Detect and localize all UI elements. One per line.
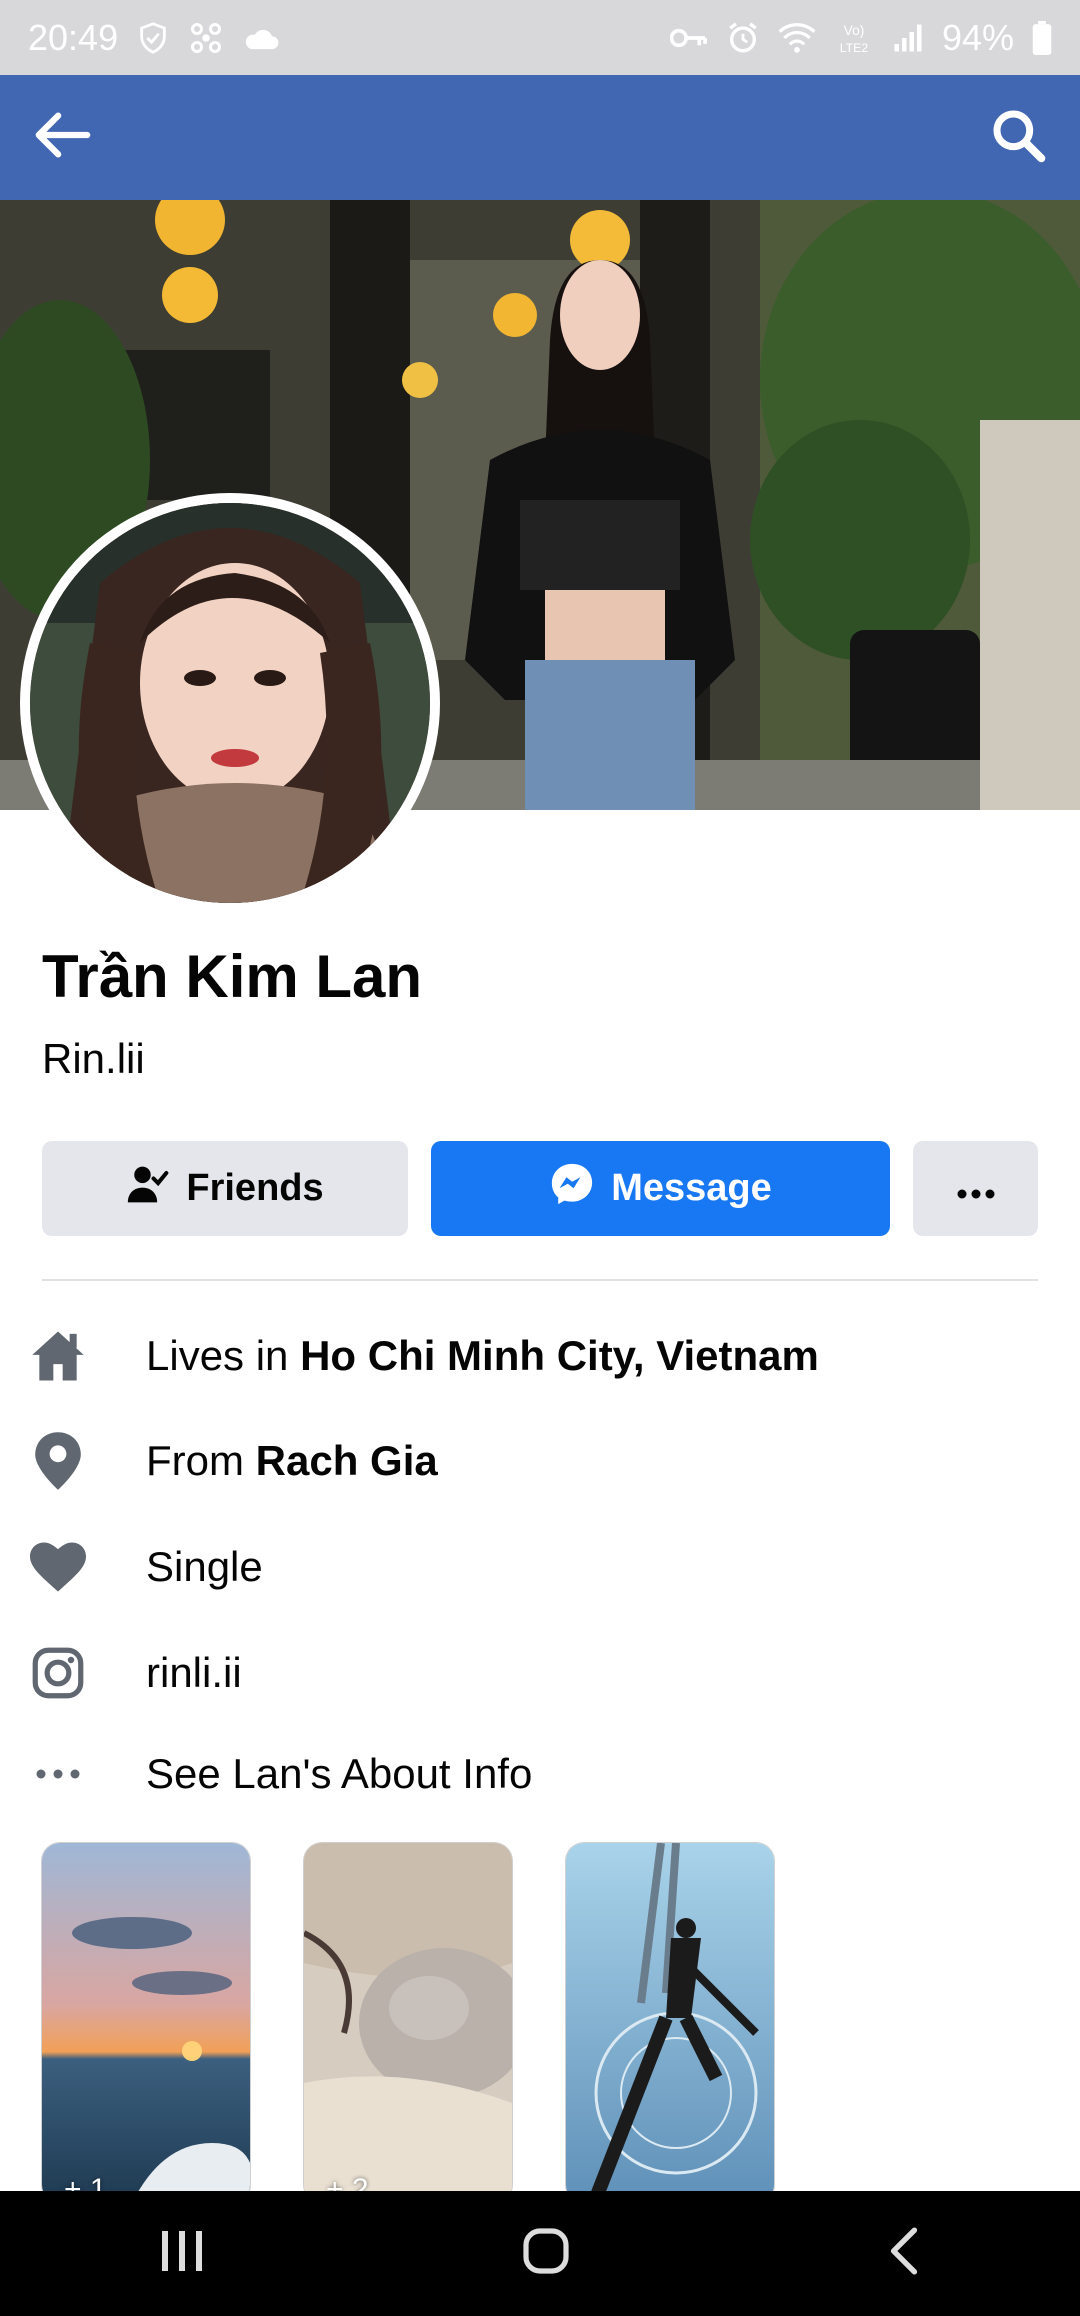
top-app-bar — [0, 75, 1080, 200]
home-button-icon[interactable] — [522, 2227, 570, 2280]
status-bar: 20:49 Vo) LTE2 94% — [0, 0, 1080, 75]
profile-nickname: Rin.lii — [42, 1035, 145, 1082]
heart-icon — [28, 1537, 88, 1597]
intro-text-lives-in: Lives in Ho Chi Minh City, Vietnam — [146, 1332, 819, 1379]
avatar-photo — [30, 503, 430, 903]
svg-text:LTE2: LTE2 — [840, 40, 869, 54]
section-divider — [42, 1279, 1038, 1281]
intro-row-lives-in[interactable]: Lives in Ho Chi Minh City, Vietnam — [28, 1321, 819, 1391]
profile-avatar[interactable] — [20, 493, 440, 913]
intro-row-relationship[interactable]: Single — [28, 1532, 263, 1602]
search-icon[interactable] — [990, 107, 1046, 168]
intro-row-see-about[interactable]: See Lan's About Info — [28, 1739, 532, 1809]
intro-text-instagram: rinli.ii — [146, 1649, 242, 1696]
messenger-icon — [549, 1161, 595, 1217]
intro-text-see-about: See Lan's About Info — [146, 1750, 533, 1797]
back-arrow-icon[interactable] — [34, 110, 92, 165]
battery-percent: 94% — [941, 16, 1014, 58]
recent-apps-icon[interactable] — [158, 2229, 206, 2278]
status-left: 20:49 — [28, 17, 280, 59]
cloud-icon — [242, 23, 280, 53]
home-icon — [28, 1326, 88, 1386]
instagram-icon — [28, 1643, 88, 1703]
svg-text:Vo): Vo) — [844, 21, 865, 37]
location-pin-icon — [28, 1431, 88, 1491]
intro-text-from: From Rach Gia — [146, 1437, 438, 1484]
more-dots-icon — [956, 1167, 996, 1210]
message-button[interactable]: Message — [431, 1141, 890, 1236]
wifi-icon — [778, 22, 816, 54]
profile-name: Trần Kim Lan — [42, 943, 423, 1010]
volte-icon: Vo) LTE2 — [834, 21, 874, 55]
more-dots-icon — [28, 1744, 88, 1804]
shield-icon — [136, 21, 170, 55]
intro-row-from[interactable]: From Rach Gia — [28, 1426, 438, 1496]
battery-icon — [1032, 20, 1052, 55]
intro-text-relationship: Single — [146, 1543, 263, 1590]
intro-row-instagram[interactable]: rinli.ii — [28, 1638, 242, 1708]
friend-check-icon — [126, 1162, 170, 1216]
featured-photo-sunset[interactable]: + 1 — [42, 1843, 250, 2203]
status-right: Vo) LTE2 94% — [669, 16, 1052, 59]
alarm-icon — [726, 21, 760, 55]
more-options-button[interactable] — [913, 1141, 1038, 1236]
message-label: Message — [611, 1167, 772, 1209]
back-nav-icon[interactable] — [886, 2226, 922, 2281]
featured-photo-cat[interactable]: + 2 — [304, 1843, 512, 2203]
signal-icon — [892, 23, 924, 53]
key-icon — [669, 24, 708, 52]
featured-photo-yoga[interactable] — [566, 1843, 774, 2203]
status-time: 20:49 — [28, 16, 119, 58]
friends-label: Friends — [186, 1167, 324, 1209]
system-nav-bar — [0, 2191, 1080, 2316]
fan-icon — [188, 20, 224, 56]
friends-button[interactable]: Friends — [42, 1141, 408, 1236]
